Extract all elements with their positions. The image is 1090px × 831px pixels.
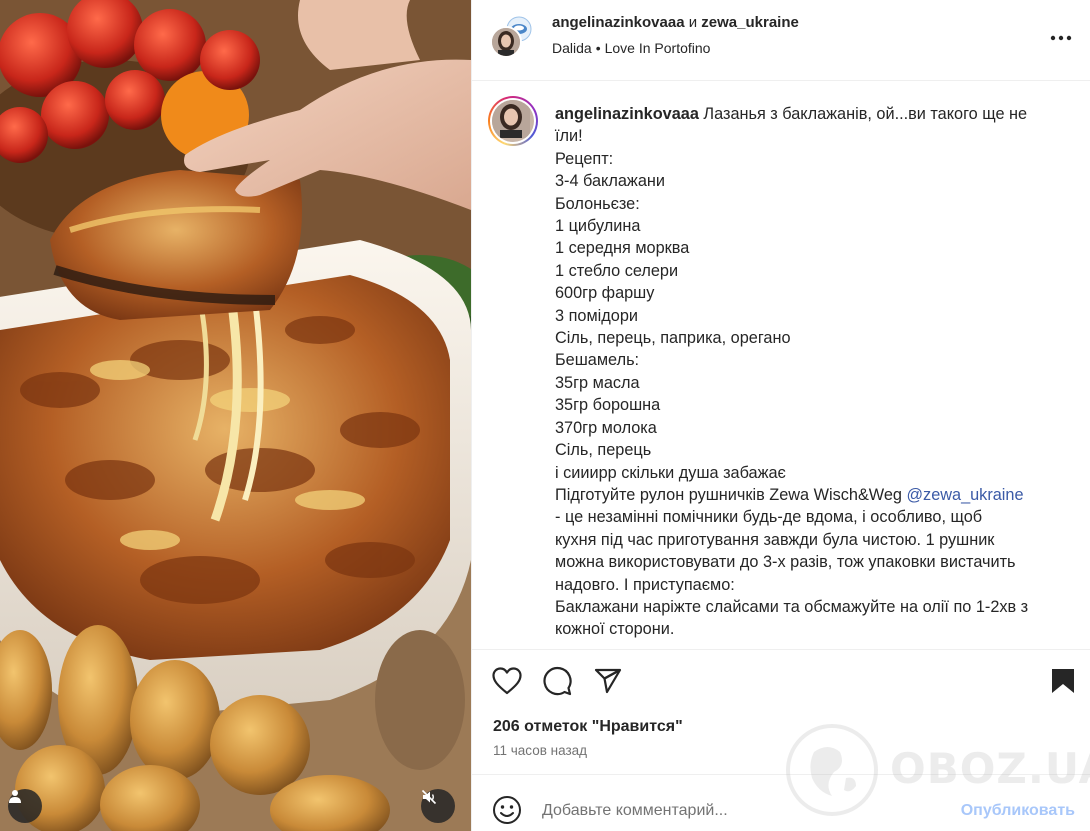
comment-button[interactable] — [542, 666, 572, 696]
caption-line: можна використовувати до 3-х разів, тож … — [555, 553, 1016, 572]
avatar-image — [492, 100, 534, 142]
caption-line: Бешамель: — [555, 351, 640, 370]
user-tag-icon — [9, 790, 21, 803]
caption-line: 1 стебло селери — [555, 261, 679, 280]
comment-icon — [543, 667, 572, 696]
post-header: angelinazinkovaaa и zewa_ukraine Dalida •… — [472, 0, 1090, 81]
author-username-link[interactable]: angelinazinkovaaa — [552, 14, 685, 31]
caption-line: 3 помідори — [555, 306, 638, 325]
mention-link[interactable]: @zewa_ukraine — [907, 486, 1024, 504]
caption-text: Лазанья з баклажанів, ой...ви такого ще … — [703, 105, 1028, 123]
caption-line: Сіль, перець — [555, 441, 652, 460]
audio-attribution[interactable]: Dalida • Love In Portofino — [552, 40, 710, 56]
collab-avatar-angelina[interactable] — [490, 26, 522, 58]
comment-input[interactable] — [542, 799, 932, 823]
caption-line: Підготуйте рулон рушничків Zewa Wisch&We… — [555, 484, 1063, 506]
caption-line: 370гр молока — [555, 418, 657, 437]
likes-count[interactable]: 206 отметок "Нравится" — [493, 718, 683, 736]
caption-line: Баклажани наріжте слайсами та обсмажуйте… — [555, 597, 1029, 616]
caption-line: 600гр фаршу — [555, 284, 655, 303]
lasagna-photo — [0, 0, 471, 831]
caption-line: 1 середня морква — [555, 239, 690, 258]
caption-text: Підготуйте рулон рушничків Zewa Wisch&We… — [555, 485, 902, 504]
caption-line: Сіль, перець, паприка, орегано — [555, 329, 791, 348]
tagged-users-button[interactable] — [8, 789, 42, 823]
speaker-muted-icon — [421, 789, 437, 805]
coauthor-username-link[interactable]: zewa_ukraine — [701, 14, 799, 31]
share-icon — [594, 668, 622, 694]
add-comment-bar: Опубликовать — [472, 774, 1090, 831]
caption-line: надовго. І приступаємо: — [555, 575, 735, 594]
caption-line: кухня під час приготування завжди була ч… — [555, 530, 995, 549]
post-caption: angelinazinkovaaa Лазанья з баклажанів, … — [555, 103, 1063, 641]
more-options-button[interactable] — [1049, 28, 1073, 48]
caption-line: angelinazinkovaaa Лазанья з баклажанів, … — [555, 103, 1063, 125]
post-comment-button[interactable]: Опубликовать — [961, 802, 1075, 820]
caption-line: 1 цибулина — [555, 217, 641, 236]
emoji-picker-button[interactable] — [492, 795, 522, 825]
audio-separator: • — [595, 40, 601, 56]
authors-conjunction: и — [688, 14, 698, 31]
audio-track[interactable]: Love In Portofino — [605, 40, 711, 56]
post-media[interactable] — [0, 0, 471, 831]
mute-toggle-button[interactable] — [421, 789, 455, 823]
bookmark-icon — [1052, 669, 1074, 693]
more-horizontal-icon — [1050, 35, 1072, 41]
avatar-ring-inner — [490, 98, 536, 144]
profile-photo-icon — [492, 28, 520, 56]
like-button[interactable] — [492, 666, 522, 696]
post-timestamp[interactable]: 11 часов назад — [493, 743, 587, 758]
caption-line: Рецепт: — [555, 149, 614, 168]
audio-artist[interactable]: Dalida — [552, 40, 592, 56]
caption-line: їли! — [555, 127, 583, 146]
caption-author-avatar[interactable] — [488, 96, 538, 146]
emoji-icon — [493, 796, 521, 824]
profile-photo-icon — [492, 100, 530, 140]
post-details-panel: angelinazinkovaaa и zewa_ukraine Dalida •… — [471, 0, 1090, 831]
collab-avatars[interactable] — [490, 14, 536, 60]
caption-line: Болоньєзе: — [555, 194, 640, 213]
caption-line: - це незамінні помічники будь-де вдома, … — [555, 508, 983, 527]
caption-line: і сииирр скільки душа забажає — [555, 463, 786, 482]
caption-line: кожної сторони. — [555, 620, 675, 639]
caption-section: angelinazinkovaaa Лазанья з баклажанів, … — [472, 81, 1090, 649]
share-button[interactable] — [593, 666, 623, 696]
caption-line: 35гр борошна — [555, 396, 661, 415]
save-button[interactable] — [1048, 666, 1078, 696]
heart-icon — [492, 667, 522, 695]
post-authors: angelinazinkovaaa и zewa_ukraine — [552, 14, 799, 31]
caption-line: 3-4 баклажани — [555, 172, 665, 191]
caption-username-link[interactable]: angelinazinkovaaa — [555, 105, 699, 123]
caption-line: 35гр масла — [555, 373, 640, 392]
post-actions: 206 отметок "Нравится" 11 часов назад — [472, 649, 1090, 774]
